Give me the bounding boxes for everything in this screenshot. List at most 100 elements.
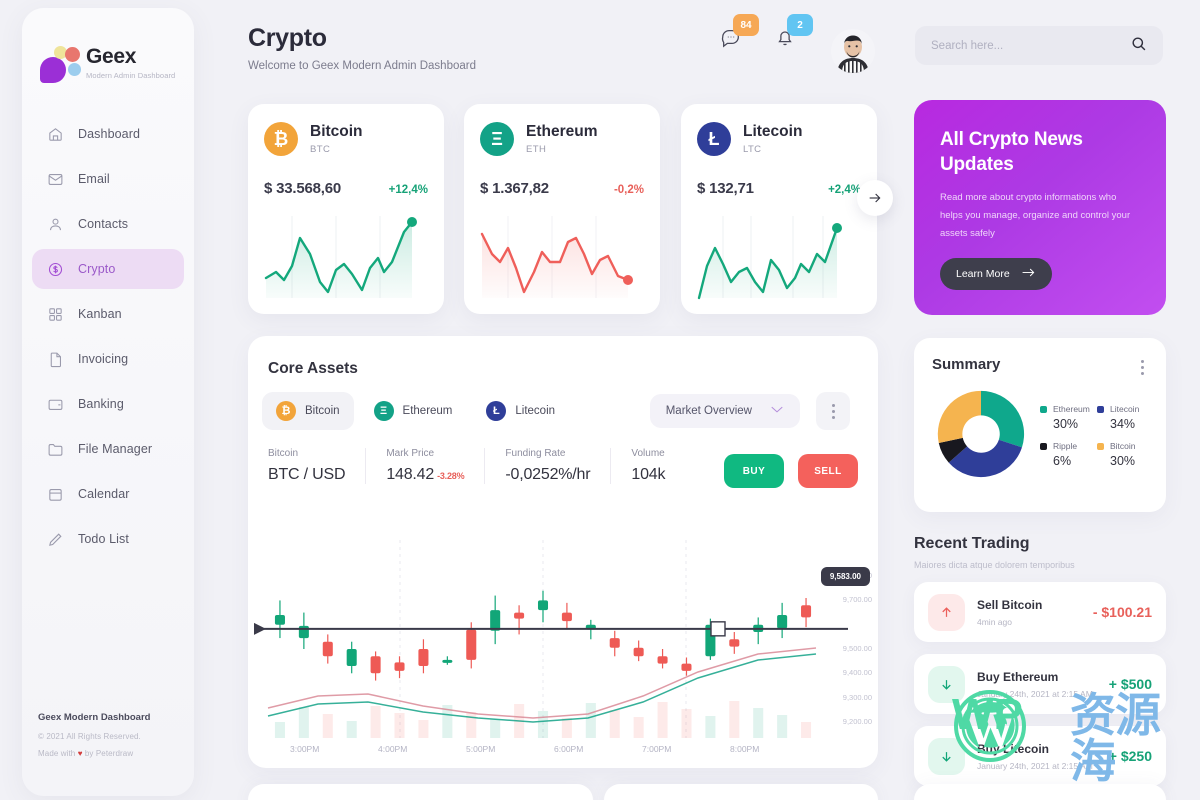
core-more-button[interactable] <box>816 392 850 430</box>
summary-panel: Summary Ethereum 30% Litecoin 34% Ripple… <box>914 338 1166 512</box>
chart-y-tick: 9,400.00 <box>842 668 872 678</box>
sidebar-item-calendar[interactable]: Calendar <box>32 474 184 514</box>
summary-more-button[interactable] <box>1137 356 1148 379</box>
legend-item-ethereum: Ethereum 30% <box>1040 404 1091 431</box>
sidebar-item-crypto[interactable]: Crypto <box>32 249 184 289</box>
sidebar-item-file-manager[interactable]: File Manager <box>32 429 184 469</box>
recent-trading-item[interactable]: Buy Ethereum January 24th, 2021 at 2:15 … <box>914 654 1166 714</box>
search-bar[interactable] <box>915 26 1163 65</box>
next-card-placeholder <box>604 784 878 800</box>
market-overview-label: Market Overview <box>665 405 752 417</box>
coin-price: $ 1.367,82 <box>480 180 549 197</box>
coin-card-ethereum[interactable]: Ξ Ethereum ETH $ 1.367,82 -0,2% <box>464 104 660 314</box>
notifications-badge: 2 <box>787 14 813 36</box>
user-icon <box>46 215 64 233</box>
sidebar-item-dashboard[interactable]: Dashboard <box>32 114 184 154</box>
coin-card-litecoin[interactable]: Ł Litecoin LTC $ 132,71 +2,4% <box>681 104 877 314</box>
chart-x-axis: 3:00PM 4:00PM 5:00PM 6:00PM 7:00PM 8:00PM <box>248 744 878 760</box>
legend-item-ripple: Ripple 6% <box>1040 441 1091 468</box>
bitcoin-icon: ₿ <box>264 122 298 156</box>
avatar[interactable] <box>831 29 875 73</box>
brand[interactable]: Geex Modern Admin Dashboard <box>22 34 194 92</box>
sidebar-item-label: Invoicing <box>78 352 129 366</box>
pencil-icon <box>46 530 64 548</box>
sidebar-item-email[interactable]: Email <box>32 159 184 199</box>
recent-trading-panel: Recent Trading Maiores dicta atque dolor… <box>914 535 1166 786</box>
stat-mark-price: Mark Price 148.42 -3.28% <box>386 448 486 484</box>
search-icon[interactable] <box>1130 35 1147 57</box>
legend-label: Litecoin <box>1110 404 1140 414</box>
recent-trading-subtitle: Maiores dicta atque dolorem temporibus <box>914 560 1075 570</box>
stat-label: Volume <box>631 448 665 459</box>
sidebar-item-contacts[interactable]: Contacts <box>32 204 184 244</box>
recent-trading-item[interactable]: Buy Litecoin January 24th, 2021 at 2:15 … <box>914 726 1166 786</box>
sidebar-item-invoicing[interactable]: Invoicing <box>32 339 184 379</box>
sidebar-item-label: Todo List <box>78 532 129 546</box>
dollar-circle-icon <box>46 260 64 278</box>
stat-funding-rate: Funding Rate -0,0252%/hr <box>505 448 612 484</box>
stat-delta: -3.28% <box>437 471 465 481</box>
coin-card-bitcoin[interactable]: ₿ Bitcoin BTC $ 33.568,60 +12,4% <box>248 104 444 314</box>
crosshair-tooltip: 9,583.00 <box>820 567 870 586</box>
legend-swatch <box>1097 405 1104 413</box>
next-cards-button[interactable] <box>857 180 893 216</box>
sidebar-item-todo-list[interactable]: Todo List <box>32 519 184 559</box>
search-input[interactable] <box>931 39 1121 52</box>
litecoin-icon: Ł <box>697 122 731 156</box>
tab-bitcoin[interactable]: ₿ Bitcoin <box>262 392 354 430</box>
candlestick-chart[interactable]: 9,800.009,700.009,500.009,400.009,300.00… <box>248 536 878 768</box>
sidebar: Geex Modern Admin Dashboard Dashboard Em… <box>22 8 194 796</box>
chart-x-tick: 7:00PM <box>642 744 672 754</box>
coin-symbol: ETH <box>526 143 547 155</box>
sidebar-footer: Geex Modern Dashboard © 2021 All Rights … <box>22 712 194 796</box>
sidebar-item-label: Dashboard <box>78 127 141 141</box>
coin-name: Bitcoin <box>310 123 363 141</box>
credit-prefix: Made with <box>38 749 78 758</box>
coin-name: Litecoin <box>743 123 803 141</box>
learn-more-button[interactable]: Learn More <box>940 258 1052 291</box>
ethereum-icon: Ξ <box>373 401 394 421</box>
legend-item-bitcoin: Bitcoin 30% <box>1097 441 1148 468</box>
legend-label: Ethereum <box>1053 404 1090 414</box>
trade-name: Buy Ethereum <box>977 669 1059 684</box>
stat-volume: Volume 104k <box>631 448 685 484</box>
coin-change: +2,4% <box>828 184 861 196</box>
legend-value: 6% <box>1053 454 1072 468</box>
notifications-button[interactable]: 2 <box>774 14 813 52</box>
recent-trading-item[interactable]: Sell Bitcoin 4min ago - $100.21 <box>914 582 1166 642</box>
sidebar-item-banking[interactable]: Banking <box>32 384 184 424</box>
stat-label: Funding Rate <box>505 448 566 459</box>
geex-logo-icon <box>38 41 82 85</box>
tab-label: Litecoin <box>515 405 556 417</box>
coin-change: -0,2% <box>613 184 644 196</box>
arrow-right-icon <box>1022 267 1036 281</box>
arrow-up-icon <box>928 593 965 631</box>
header-icons: 84 2 <box>720 14 813 52</box>
litecoin-icon: Ł <box>486 401 507 421</box>
legend-swatch <box>1040 405 1047 413</box>
sparkline-bitcoin <box>264 216 417 298</box>
bitcoin-icon: ₿ <box>276 401 296 421</box>
arrow-down-icon <box>928 665 965 703</box>
next-card-placeholder <box>914 784 1166 800</box>
stat-value: BTC / USD <box>268 466 346 483</box>
page-title: Crypto <box>248 24 327 52</box>
chart-y-tick: 9,500.00 <box>842 644 872 653</box>
sidebar-item-label: Crypto <box>78 262 116 276</box>
tab-litecoin[interactable]: Ł Litecoin <box>472 392 569 430</box>
legend-label: Bitcoin <box>1110 441 1136 451</box>
trade-time: 4min ago <box>977 616 1012 627</box>
home-icon <box>46 125 64 143</box>
tab-ethereum[interactable]: Ξ Ethereum <box>360 392 467 430</box>
buy-button[interactable]: BUY <box>724 454 784 488</box>
trade-time: January 24th, 2021 at 2:15 AM <box>977 760 1093 771</box>
market-overview-select[interactable]: Market Overview <box>649 394 800 428</box>
sell-button[interactable]: SELL <box>798 454 858 488</box>
messages-button[interactable]: 84 <box>720 14 759 52</box>
sidebar-item-kanban[interactable]: Kanban <box>32 294 184 334</box>
chart-x-tick: 8:00PM <box>730 744 760 754</box>
stat-value: -0,0252%/hr <box>505 466 591 483</box>
candlestick-plot <box>254 540 848 738</box>
wallet-icon <box>46 395 64 413</box>
sidebar-item-label: Calendar <box>78 487 130 501</box>
